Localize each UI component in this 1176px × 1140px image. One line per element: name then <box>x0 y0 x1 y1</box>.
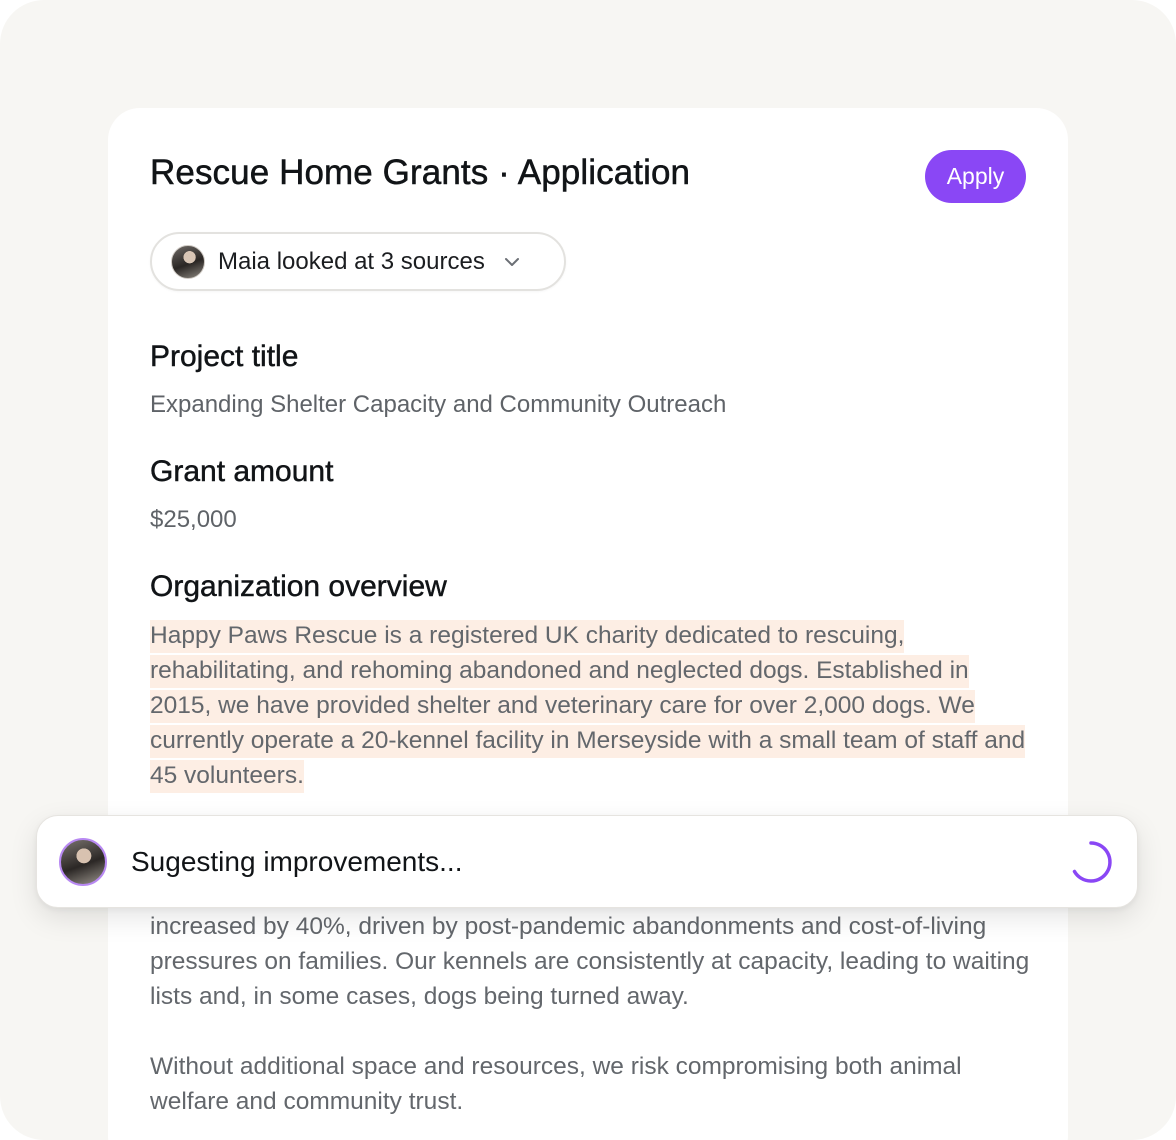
user-avatar-icon <box>171 244 205 279</box>
ai-status-bar: Sugesting improvements... <box>36 815 1138 908</box>
need-paragraph: increased by 40%, driven by post-pandemi… <box>150 913 1030 1010</box>
apply-button[interactable]: Apply <box>925 150 1026 203</box>
page-title: Rescue Home Grants · Application <box>150 153 691 193</box>
highlighted-text: Happy Paws Rescue is a registered UK cha… <box>150 620 1026 793</box>
org-overview-heading: Organization overview <box>150 570 447 603</box>
sources-label: Maia looked at 3 sources <box>218 247 485 275</box>
grant-amount-heading: Grant amount <box>150 455 334 488</box>
sources-dropdown[interactable]: Maia looked at 3 sources <box>150 232 566 291</box>
app-frame: Rescue Home Grants · Application Apply M… <box>0 0 1176 1140</box>
assistant-avatar-icon <box>59 837 107 886</box>
application-card: Rescue Home Grants · Application Apply M… <box>108 108 1068 1140</box>
chevron-down-icon <box>504 257 519 266</box>
org-overview-body: Happy Paws Rescue is a registered UK cha… <box>150 618 1030 793</box>
project-title-value: Expanding Shelter Capacity and Community… <box>150 391 727 418</box>
impact-paragraph: Without additional space and resources, … <box>150 1053 962 1115</box>
status-text: Sugesting improvements... <box>131 845 463 877</box>
project-title-heading: Project title <box>150 340 299 373</box>
loading-spinner-icon <box>1072 841 1112 883</box>
grant-amount-value: $25,000 <box>150 506 237 533</box>
